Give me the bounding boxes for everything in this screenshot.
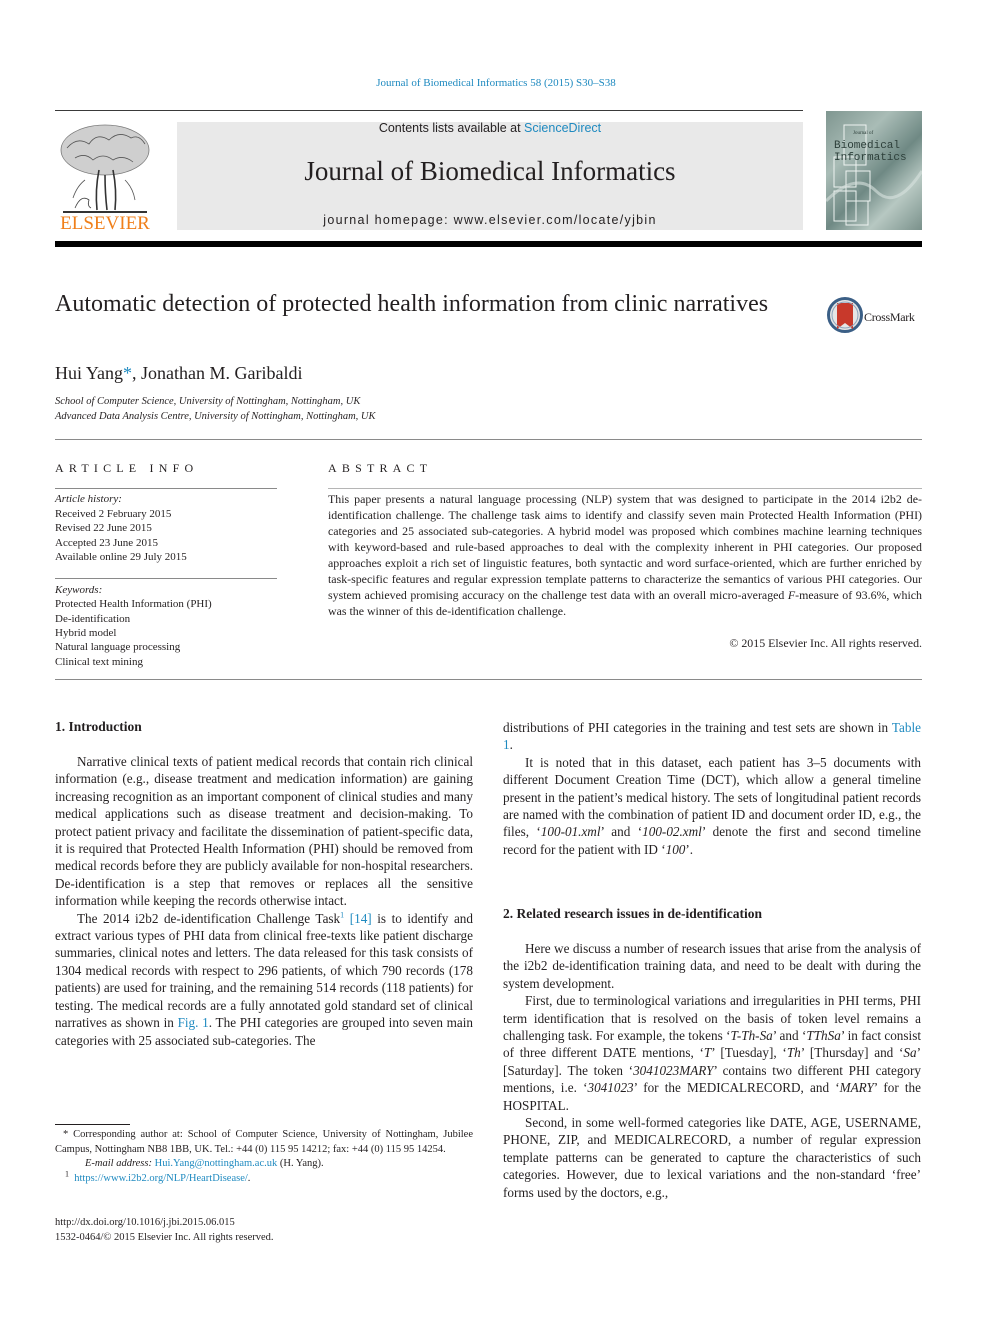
- text: ’.: [685, 841, 694, 857]
- abstract-text: This paper presents a natural language p…: [328, 491, 922, 619]
- token: T-Th-Sa: [730, 1028, 773, 1044]
- footnote-number: 1: [65, 1169, 69, 1178]
- text: is to identify and extract various types…: [55, 910, 473, 1031]
- elsevier-wordmark: ELSEVIER: [60, 213, 150, 232]
- text: ’ and ‘: [772, 1028, 807, 1044]
- article-history-label: Article history:: [55, 493, 122, 505]
- paragraph: Here we discuss a number of research iss…: [503, 941, 921, 991]
- section-heading-introduction: 1. Introduction: [55, 719, 142, 734]
- journal-homepage[interactable]: journal homepage: www.elsevier.com/locat…: [177, 213, 803, 227]
- abstract-copyright: © 2015 Elsevier Inc. All rights reserved…: [729, 636, 922, 650]
- email-suffix: (H. Yang).: [277, 1158, 324, 1169]
- keyword: Clinical text mining: [55, 656, 143, 668]
- title-block-rule: [55, 439, 922, 440]
- corresponding-author-marker[interactable]: *: [123, 363, 132, 383]
- abstract-bottom-rule: [55, 679, 922, 680]
- author-separator: ,: [132, 363, 142, 383]
- affiliation: Advanced Data Analysis Centre, Universit…: [55, 411, 376, 422]
- filename: 100-01.xml: [540, 824, 601, 840]
- contents-prefix: Contents lists available at: [378, 121, 525, 135]
- sciencedirect-link[interactable]: ScienceDirect: [524, 121, 601, 135]
- filename: 100-02.xml: [642, 824, 702, 840]
- doi-link[interactable]: http://dx.doi.org/10.1016/j.jbi.2015.06.…: [55, 1216, 235, 1231]
- text: ’ [Tuesday], ‘: [711, 1045, 787, 1061]
- abstract-rule: [328, 488, 922, 489]
- keywords-label: Keywords:: [55, 584, 103, 596]
- author-name[interactable]: Hui Yang: [55, 363, 123, 383]
- text: distributions of PHI categories in the t…: [503, 720, 892, 735]
- footnote-1: 1 https://www.i2b2.org/NLP/HeartDisease/…: [55, 1169, 473, 1187]
- text: ’ and ‘: [600, 824, 643, 840]
- paragraph: The 2014 i2b2 de-identification Challeng…: [55, 910, 473, 1049]
- patient-id: 100: [665, 841, 686, 857]
- cover-small-text: Journal of: [853, 131, 873, 136]
- crossmark-label[interactable]: CrossMark: [864, 310, 915, 325]
- author-list: Hui Yang*, Jonathan M. Garibaldi: [55, 363, 303, 384]
- issn-line: 1532-0464/© 2015 Elsevier Inc. All right…: [55, 1232, 274, 1243]
- abstract-body: This paper presents a natural language p…: [328, 492, 922, 602]
- history-online: Available online 29 July 2015: [55, 551, 187, 563]
- right-column-section2: Here we discuss a number of research iss…: [503, 940, 921, 1201]
- author-name[interactable]: Jonathan M. Garibaldi: [141, 363, 302, 383]
- footnote-suffix: .: [247, 1172, 251, 1184]
- left-column: Narrative clinical texts of patient medi…: [55, 753, 473, 1049]
- contents-line: Contents lists available at ScienceDirec…: [177, 121, 803, 135]
- journal-reference-link[interactable]: Journal of Biomedical Informatics 58 (20…: [0, 77, 992, 89]
- journal-cover-image[interactable]: Journal of Biomedical Informatics: [826, 111, 922, 230]
- text: ’ for the MEDICALRECORD, and ‘: [633, 1080, 840, 1096]
- keyword: Hybrid model: [55, 627, 117, 639]
- header-thick-rule: [55, 241, 922, 247]
- abstract-heading: ABSTRACT: [328, 461, 433, 475]
- cover-art: Journal of Biomedical Informatics: [826, 124, 922, 226]
- email-label: E-mail address:: [85, 1158, 152, 1169]
- paragraph: Narrative clinical texts of patient medi…: [55, 754, 473, 909]
- email-link[interactable]: Hui.Yang@nottingham.ac.uk: [155, 1158, 278, 1169]
- text: ’ [Thursday] and ‘: [800, 1045, 904, 1061]
- keyword: Natural language processing: [55, 641, 181, 653]
- footnote-marker[interactable]: 1: [340, 910, 344, 919]
- cover-title-line2: Informatics: [834, 152, 907, 164]
- text: .: [509, 737, 513, 753]
- header-rule: [55, 110, 803, 111]
- history-revised: Revised 22 June 2015: [55, 522, 152, 534]
- footnote-rule: [55, 1124, 130, 1125]
- right-column-top: distributions of PHI categories in the t…: [503, 719, 921, 858]
- section-heading-related-issues: 2. Related research issues in de-identif…: [503, 906, 762, 921]
- paragraph: distributions of PHI categories in the t…: [503, 719, 921, 754]
- history-accepted: Accepted 23 June 2015: [55, 537, 158, 549]
- elsevier-tree-icon: ELSEVIER: [60, 124, 150, 234]
- token: Th: [786, 1045, 801, 1061]
- affiliation: School of Computer Science, University o…: [55, 396, 361, 407]
- paragraph: Second, in some well-formed categories l…: [503, 1115, 921, 1200]
- history-received: Received 2 February 2015: [55, 508, 172, 520]
- keyword: Protected Health Information (PHI): [55, 598, 212, 610]
- token: MARY: [839, 1080, 874, 1096]
- keyword: De-identification: [55, 613, 131, 625]
- elsevier-logo[interactable]: ELSEVIER: [55, 120, 155, 234]
- figure-link[interactable]: Fig. 1: [178, 1015, 209, 1030]
- citation-link[interactable]: [14]: [350, 911, 372, 926]
- token: 3041023: [587, 1080, 634, 1096]
- token: TThSa: [806, 1028, 841, 1044]
- article-title: Automatic detection of protected health …: [55, 291, 769, 317]
- email-note: E-mail address: Hui.Yang@nottingham.ac.u…: [55, 1157, 473, 1172]
- token: Sa: [903, 1045, 917, 1061]
- corresponding-author-note: * Corresponding author at: School of Com…: [55, 1129, 473, 1155]
- article-info-rule: [55, 488, 277, 489]
- paragraph: It is noted that in this dataset, each p…: [503, 754, 921, 858]
- text: The 2014 i2b2 de-identification Challeng…: [77, 910, 341, 926]
- cover-title-line1: Biomedical: [834, 140, 900, 152]
- crossmark-icon: [827, 297, 863, 333]
- footnotes: * Corresponding author at: School of Com…: [55, 1128, 473, 1186]
- journal-title: Journal of Biomedical Informatics: [304, 156, 676, 186]
- token: 3041023MARY: [633, 1062, 714, 1078]
- footnote-url-link[interactable]: https://www.i2b2.org/NLP/HeartDisease/: [74, 1173, 248, 1184]
- article-info-heading: ARTICLE INFO: [55, 461, 199, 475]
- paragraph: First, due to terminological variations …: [503, 992, 921, 1114]
- keywords-rule: [55, 578, 277, 579]
